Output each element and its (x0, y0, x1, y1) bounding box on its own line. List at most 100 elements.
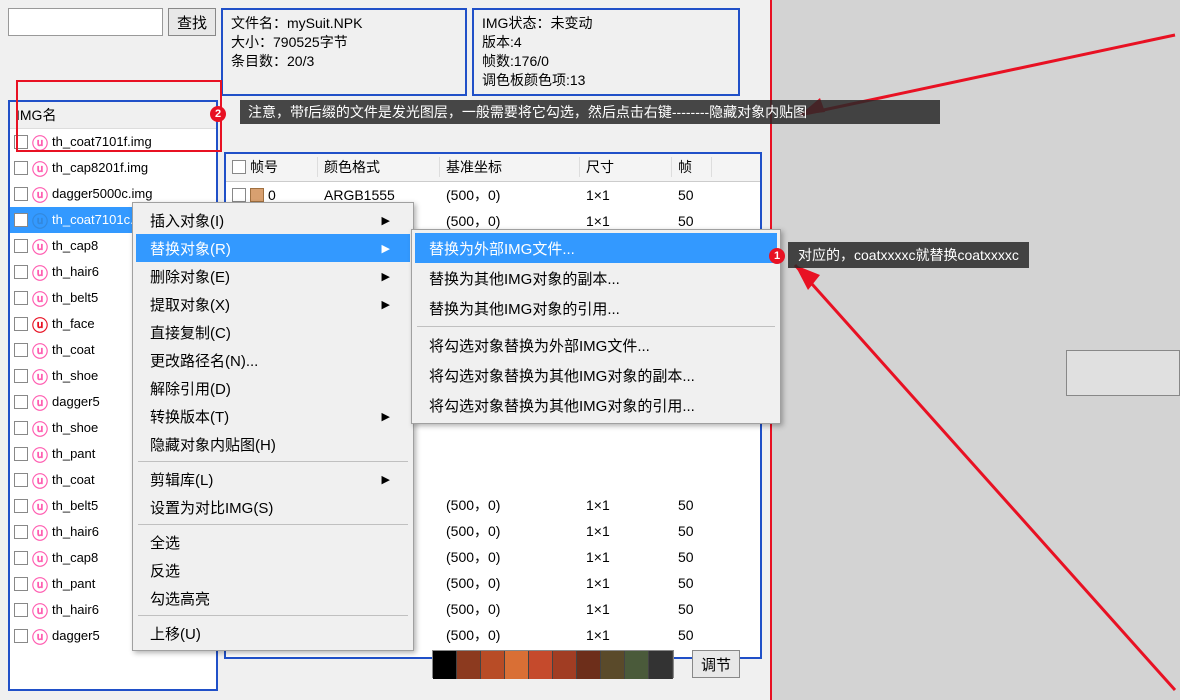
annotation-badge-2: 2 (210, 106, 226, 122)
menu-item[interactable]: 解除引用(D) (136, 374, 410, 402)
checkbox[interactable] (14, 577, 28, 591)
file-name: 文件名：mySuit.NPK (231, 14, 457, 33)
menu-item[interactable]: 上移(U) (136, 619, 410, 647)
submenu-arrow-icon: ▶ (382, 214, 390, 227)
item-label: th_cap8201f.img (52, 160, 148, 175)
cat-icon (31, 159, 49, 177)
menu-item[interactable]: 勾选高亮 (136, 584, 410, 612)
checkbox[interactable] (14, 629, 28, 643)
color-swatch[interactable] (457, 651, 481, 679)
img-list-header: IMG名 (10, 102, 216, 129)
cat-icon (31, 185, 49, 203)
checkbox[interactable] (14, 447, 28, 461)
entry-count: 条目数：20/3 (231, 52, 457, 71)
checkbox[interactable] (14, 343, 28, 357)
list-item[interactable]: th_cap8201f.img (10, 155, 216, 181)
color-swatch[interactable] (625, 651, 649, 679)
checkbox[interactable] (14, 265, 28, 279)
item-label: th_belt5 (52, 498, 98, 513)
checkbox[interactable] (14, 525, 28, 539)
palette-count: 调色板颜色项:13 (482, 71, 730, 90)
checkbox[interactable] (14, 317, 28, 331)
item-label: th_cap8 (52, 238, 98, 253)
checkbox[interactable] (14, 395, 28, 409)
menu-item[interactable]: 将勾选对象替换为其他IMG对象的副本... (415, 360, 777, 390)
color-swatch[interactable] (577, 651, 601, 679)
menu-item[interactable]: 设置为对比IMG(S) (136, 493, 410, 521)
cat-icon (31, 445, 49, 463)
checkbox[interactable] (14, 187, 28, 201)
tip-tooltip: 对应的，coatxxxxc就替换coatxxxxc (788, 242, 1029, 268)
checkbox[interactable] (14, 499, 28, 513)
color-swatch[interactable] (529, 651, 553, 679)
cat-icon (31, 419, 49, 437)
checkbox[interactable] (14, 161, 28, 175)
submenu-arrow-icon: ▶ (382, 473, 390, 486)
cat-icon (31, 471, 49, 489)
color-swatch-bar[interactable] (432, 650, 674, 678)
checkbox[interactable] (14, 473, 28, 487)
context-menu[interactable]: 插入对象(I)▶替换对象(R)▶删除对象(E)▶提取对象(X)▶直接复制(C)更… (132, 202, 414, 651)
menu-item[interactable]: 更改路径名(N)... (136, 346, 410, 374)
menu-item[interactable]: 直接复制(C) (136, 318, 410, 346)
item-label: th_hair6 (52, 264, 99, 279)
arrow-annotation-icon (780, 250, 1180, 700)
menu-item[interactable]: 隐藏对象内贴图(H) (136, 430, 410, 458)
note-tooltip: 注意，带f后缀的文件是发光图层，一般需要将它勾选，然后点击右键--------隐… (240, 100, 940, 124)
menu-item[interactable]: 转换版本(T)▶ (136, 402, 410, 430)
checkbox[interactable] (14, 603, 28, 617)
file-info-box: 文件名：mySuit.NPK 大小：790525字节 条目数：20/3 (221, 8, 467, 96)
checkbox[interactable] (14, 551, 28, 565)
select-all-checkbox[interactable] (232, 160, 246, 174)
submenu-arrow-icon: ▶ (382, 410, 390, 423)
cat-icon (31, 601, 49, 619)
file-size: 大小：790525字节 (231, 33, 457, 52)
item-label: dagger5 (52, 394, 100, 409)
color-swatch[interactable] (505, 651, 529, 679)
color-swatch[interactable] (553, 651, 577, 679)
find-button[interactable]: 查找 (168, 8, 216, 36)
menu-item[interactable]: 剪辑库(L)▶ (136, 465, 410, 493)
checkbox[interactable] (14, 135, 28, 149)
menu-item[interactable]: 替换为其他IMG对象的引用... (415, 293, 777, 323)
cat-icon (31, 497, 49, 515)
menu-item[interactable]: 将勾选对象替换为其他IMG对象的引用... (415, 390, 777, 420)
list-item[interactable]: th_coat7101f.img (10, 129, 216, 155)
adjust-button[interactable]: 调节 (692, 650, 740, 678)
menu-item[interactable]: 反选 (136, 556, 410, 584)
preview-box (1066, 350, 1180, 396)
color-swatch[interactable] (481, 651, 505, 679)
checkbox[interactable] (14, 213, 28, 227)
color-swatch[interactable] (601, 651, 625, 679)
menu-item[interactable]: 插入对象(I)▶ (136, 206, 410, 234)
menu-item[interactable]: 全选 (136, 528, 410, 556)
search-input[interactable] (8, 8, 163, 36)
checkbox[interactable] (14, 239, 28, 253)
item-label: th_belt5 (52, 290, 98, 305)
item-label: th_coat (52, 472, 95, 487)
menu-item[interactable]: 删除对象(E)▶ (136, 262, 410, 290)
context-submenu[interactable]: 替换为外部IMG文件...替换为其他IMG对象的副本...替换为其他IMG对象的… (411, 229, 781, 424)
checkbox[interactable] (14, 421, 28, 435)
frame-count: 帧数:176/0 (482, 52, 730, 71)
item-label: th_coat7101f.img (52, 134, 152, 149)
color-swatch[interactable] (433, 651, 457, 679)
menu-item[interactable]: 替换为外部IMG文件... (415, 233, 777, 263)
menu-item[interactable]: 替换为其他IMG对象的副本... (415, 263, 777, 293)
menu-item[interactable]: 提取对象(X)▶ (136, 290, 410, 318)
submenu-arrow-icon: ▶ (382, 270, 390, 283)
menu-item[interactable]: 替换对象(R)▶ (136, 234, 410, 262)
item-label: th_hair6 (52, 602, 99, 617)
checkbox[interactable] (14, 291, 28, 305)
frame-table-header: 帧号 颜色格式 基准坐标 尺寸 帧 (226, 154, 760, 182)
cat-icon (31, 263, 49, 281)
checkbox[interactable] (14, 369, 28, 383)
color-swatch[interactable] (649, 651, 673, 679)
cat-icon (31, 575, 49, 593)
cat-icon (31, 315, 49, 333)
checkbox[interactable] (232, 188, 246, 202)
cat-icon (31, 523, 49, 541)
cat-icon (31, 211, 49, 229)
menu-item[interactable]: 将勾选对象替换为外部IMG文件... (415, 330, 777, 360)
thumb-icon (250, 188, 264, 202)
